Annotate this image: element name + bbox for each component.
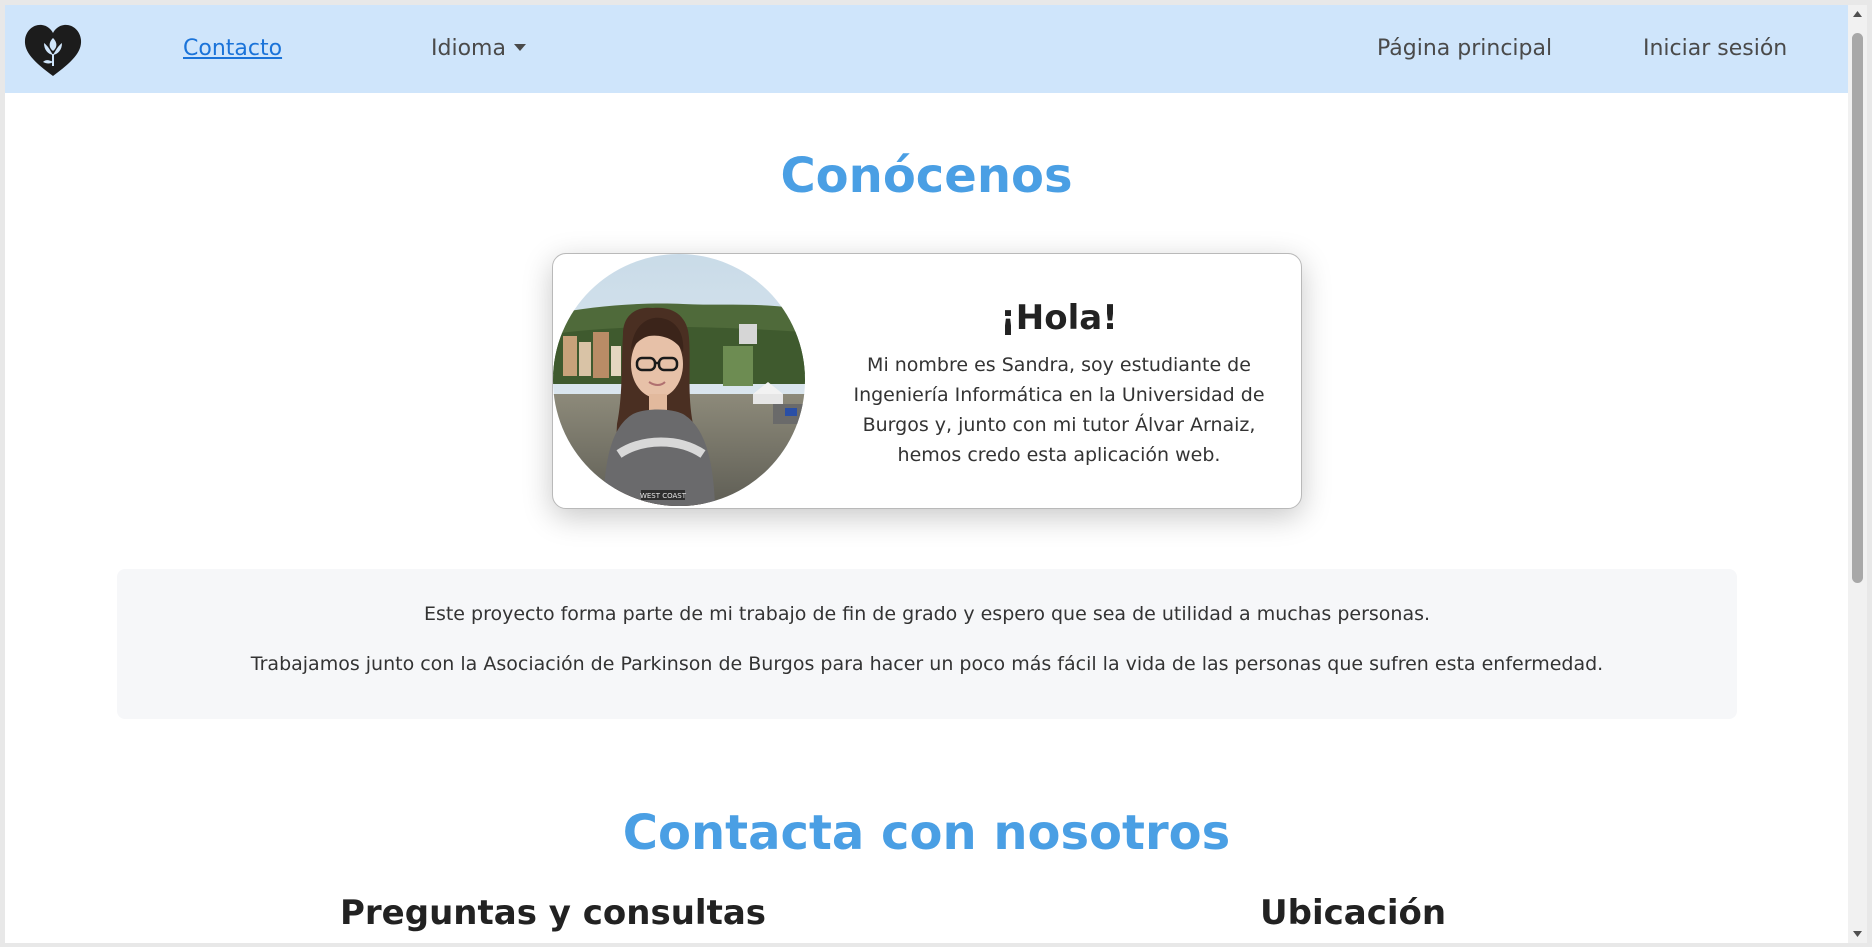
nav-link-home[interactable]: Página principal — [1377, 5, 1552, 93]
contact-title: Contacta con nosotros — [622, 805, 1231, 861]
page-viewport: Contacto Idioma Página principal Iniciar… — [5, 5, 1848, 943]
intro-card: WEST COAST ¡Hola! Mi nombre es Sandra, s… — [552, 253, 1302, 509]
language-dropdown[interactable]: Idioma — [431, 5, 526, 93]
top-navbar: Contacto Idioma Página principal Iniciar… — [5, 5, 1848, 93]
nav-link-contacto[interactable]: Contacto — [183, 5, 282, 93]
scroll-up-arrow-icon[interactable] — [1848, 5, 1867, 23]
project-info-box: Este proyecto forma parte de mi trabajo … — [117, 569, 1737, 719]
project-info-line: Trabajamos junto con la Asociación de Pa… — [250, 653, 1604, 675]
vertical-scrollbar[interactable] — [1848, 5, 1867, 943]
project-info-line: Este proyecto forma parte de mi trabajo … — [423, 603, 1431, 625]
scrollbar-thumb[interactable] — [1852, 33, 1863, 583]
language-dropdown-label: Idioma — [431, 36, 506, 61]
profile-photo: WEST COAST — [553, 254, 805, 506]
about-title: Conócenos — [780, 148, 1073, 204]
caret-down-icon — [513, 43, 526, 51]
location-heading: Ubicación — [1260, 893, 1447, 933]
questions-heading: Preguntas y consultas — [340, 893, 767, 933]
scroll-down-arrow-icon[interactable] — [1848, 925, 1867, 943]
card-heading: ¡Hola! — [1000, 298, 1118, 338]
heart-flower-logo-icon[interactable] — [24, 24, 82, 78]
photo-shirt-text: WEST COAST — [640, 492, 687, 500]
card-description: Mi nombre es Sandra, soy estudiante de I… — [853, 354, 1265, 466]
nav-link-login[interactable]: Iniciar sesión — [1643, 5, 1787, 93]
